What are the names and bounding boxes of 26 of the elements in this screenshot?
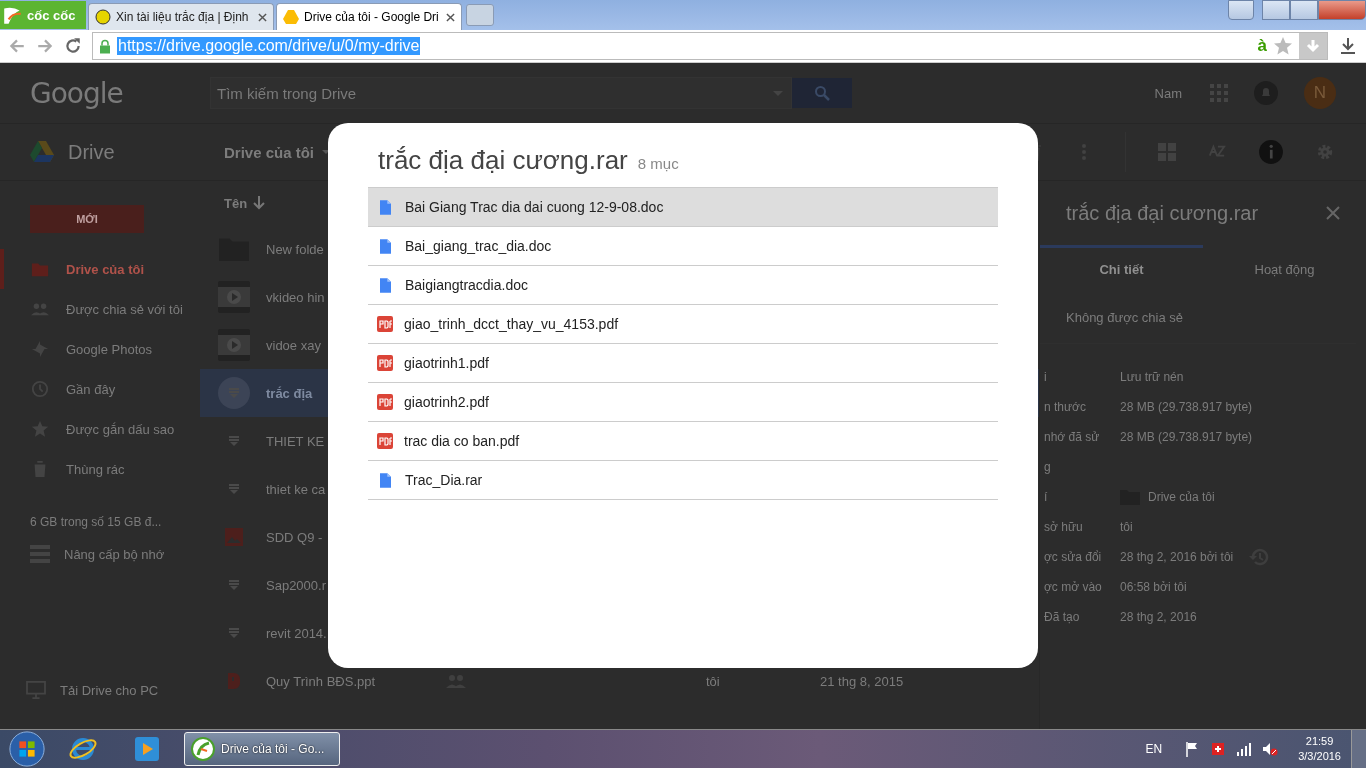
app-name: Drive (68, 140, 115, 164)
property-value: 28 MB (29.738.917 byte) (1120, 430, 1253, 444)
property-label: Đã tạo (1043, 610, 1081, 624)
property-label: nhớ đã sử (1043, 430, 1101, 444)
property-label: g (1043, 460, 1052, 474)
property-value: 28 thg 2, 2016 bởi tôi (1120, 550, 1234, 564)
property-label: n thước (1043, 400, 1087, 414)
property-value: 28 MB (29.738.917 byte) (1120, 400, 1253, 414)
property-label: sở hữu (1043, 520, 1084, 534)
property-value: tôi (1120, 520, 1133, 534)
property-label: i (1043, 370, 1048, 384)
property-label: ợc mở vào (1043, 580, 1103, 594)
sharing-status: Không được chia sẻ (1040, 291, 1356, 344)
google-logo: Google (30, 76, 124, 110)
property-value: 28 thg 2, 2016 (1120, 610, 1197, 624)
details-title: trắc địa đại cương.rar (1066, 201, 1259, 225)
property-label: ợc sửa đổi (1043, 550, 1103, 564)
browser-brand: cốc cốc (27, 7, 76, 23)
item-count: 8 mục (637, 155, 679, 172)
property-value: 06:58 bởi tôi (1120, 580, 1187, 594)
property-label: í (1043, 490, 1049, 504)
property-value: Lưu trữ nén (1120, 370, 1184, 384)
column-title: Tên (224, 195, 248, 211)
dialog-title: trắc địa đại cương.rar (378, 145, 628, 176)
property-value: Drive của tôi (1148, 490, 1215, 504)
storage-usage-text: 6 GB trong số 15 GB đ... (29, 515, 163, 529)
